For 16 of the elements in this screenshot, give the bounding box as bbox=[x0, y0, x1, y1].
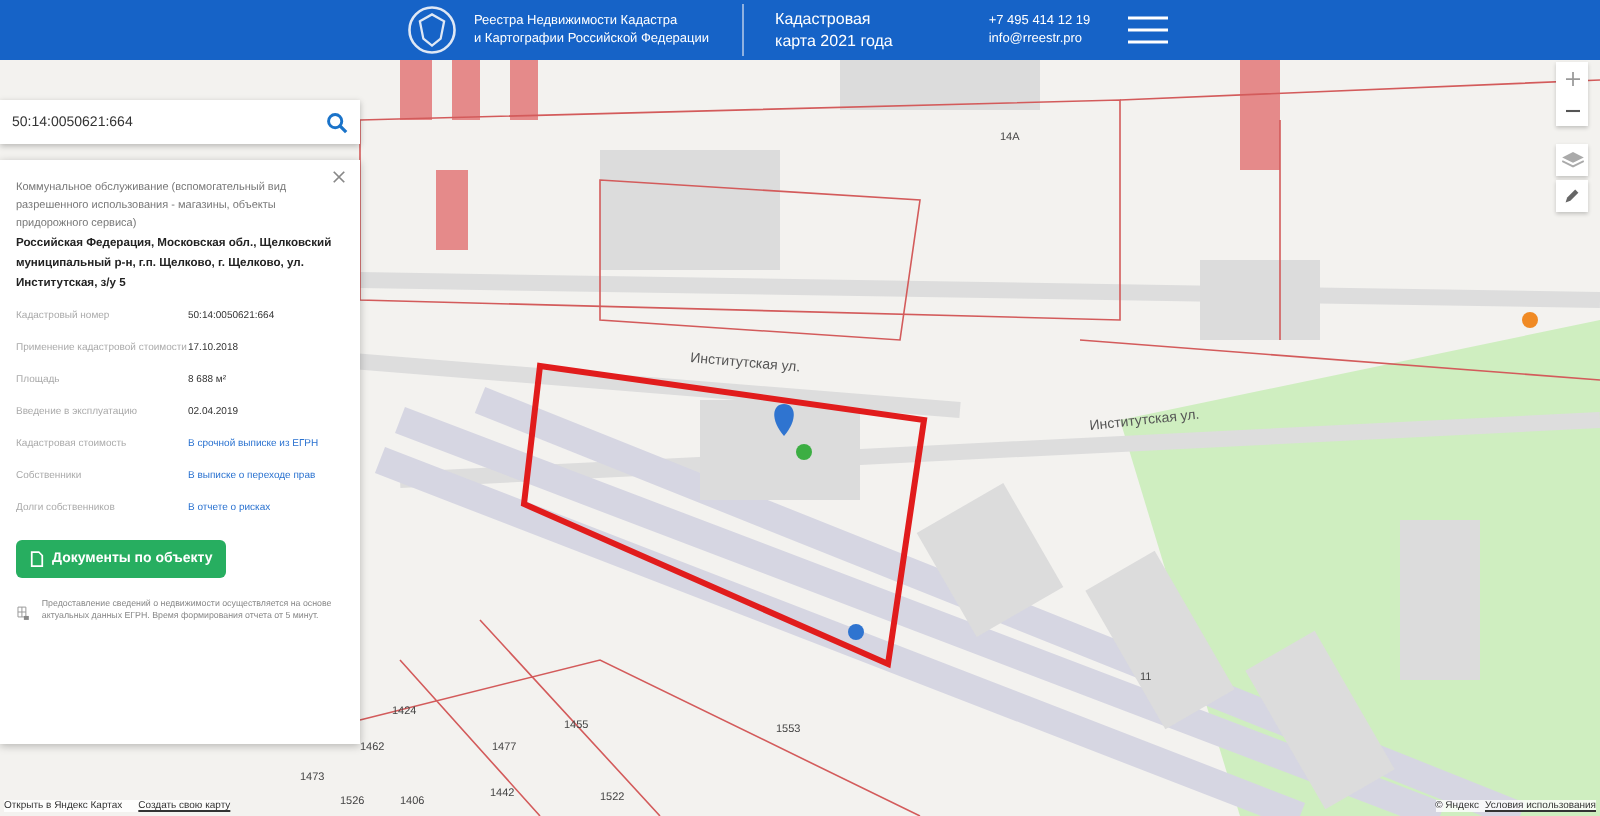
zoom-out-button[interactable] bbox=[1556, 94, 1588, 126]
shop-marker-icon bbox=[796, 444, 812, 460]
menu-icon[interactable] bbox=[1128, 16, 1168, 44]
document-icon bbox=[30, 550, 44, 568]
pencil-icon bbox=[1564, 188, 1580, 204]
search-icon[interactable] bbox=[326, 111, 348, 133]
shop-marker-icon bbox=[848, 624, 864, 640]
cafe-marker-icon bbox=[1522, 312, 1538, 328]
layers-icon bbox=[1561, 151, 1583, 169]
map-title: карта 2021 года bbox=[775, 32, 893, 50]
close-icon[interactable] bbox=[332, 170, 346, 184]
map-title: Кадастровая bbox=[775, 10, 873, 28]
eagle-emblem-icon bbox=[406, 4, 458, 56]
ruler-button[interactable] bbox=[1556, 180, 1588, 212]
location-pin-icon bbox=[774, 404, 794, 436]
plus-icon bbox=[1565, 71, 1579, 85]
